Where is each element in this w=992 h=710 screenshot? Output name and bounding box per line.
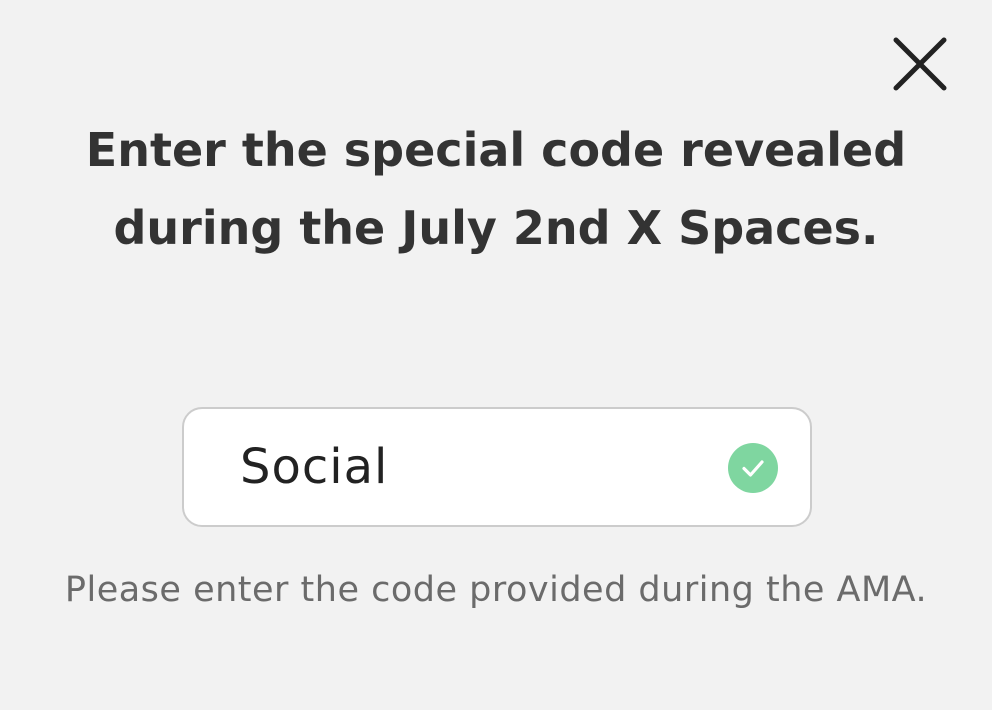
hint-text: Please enter the code provided during th… (64, 570, 928, 610)
code-entry-dialog: Enter the special code revealed during t… (0, 0, 992, 710)
check-circle-icon (728, 443, 778, 493)
checkmark-icon (742, 460, 764, 477)
dialog-heading: Enter the special code revealed during t… (85, 123, 907, 255)
close-button[interactable] (888, 32, 952, 96)
code-input[interactable] (240, 409, 710, 525)
close-icon (893, 37, 947, 91)
code-field (182, 407, 812, 527)
